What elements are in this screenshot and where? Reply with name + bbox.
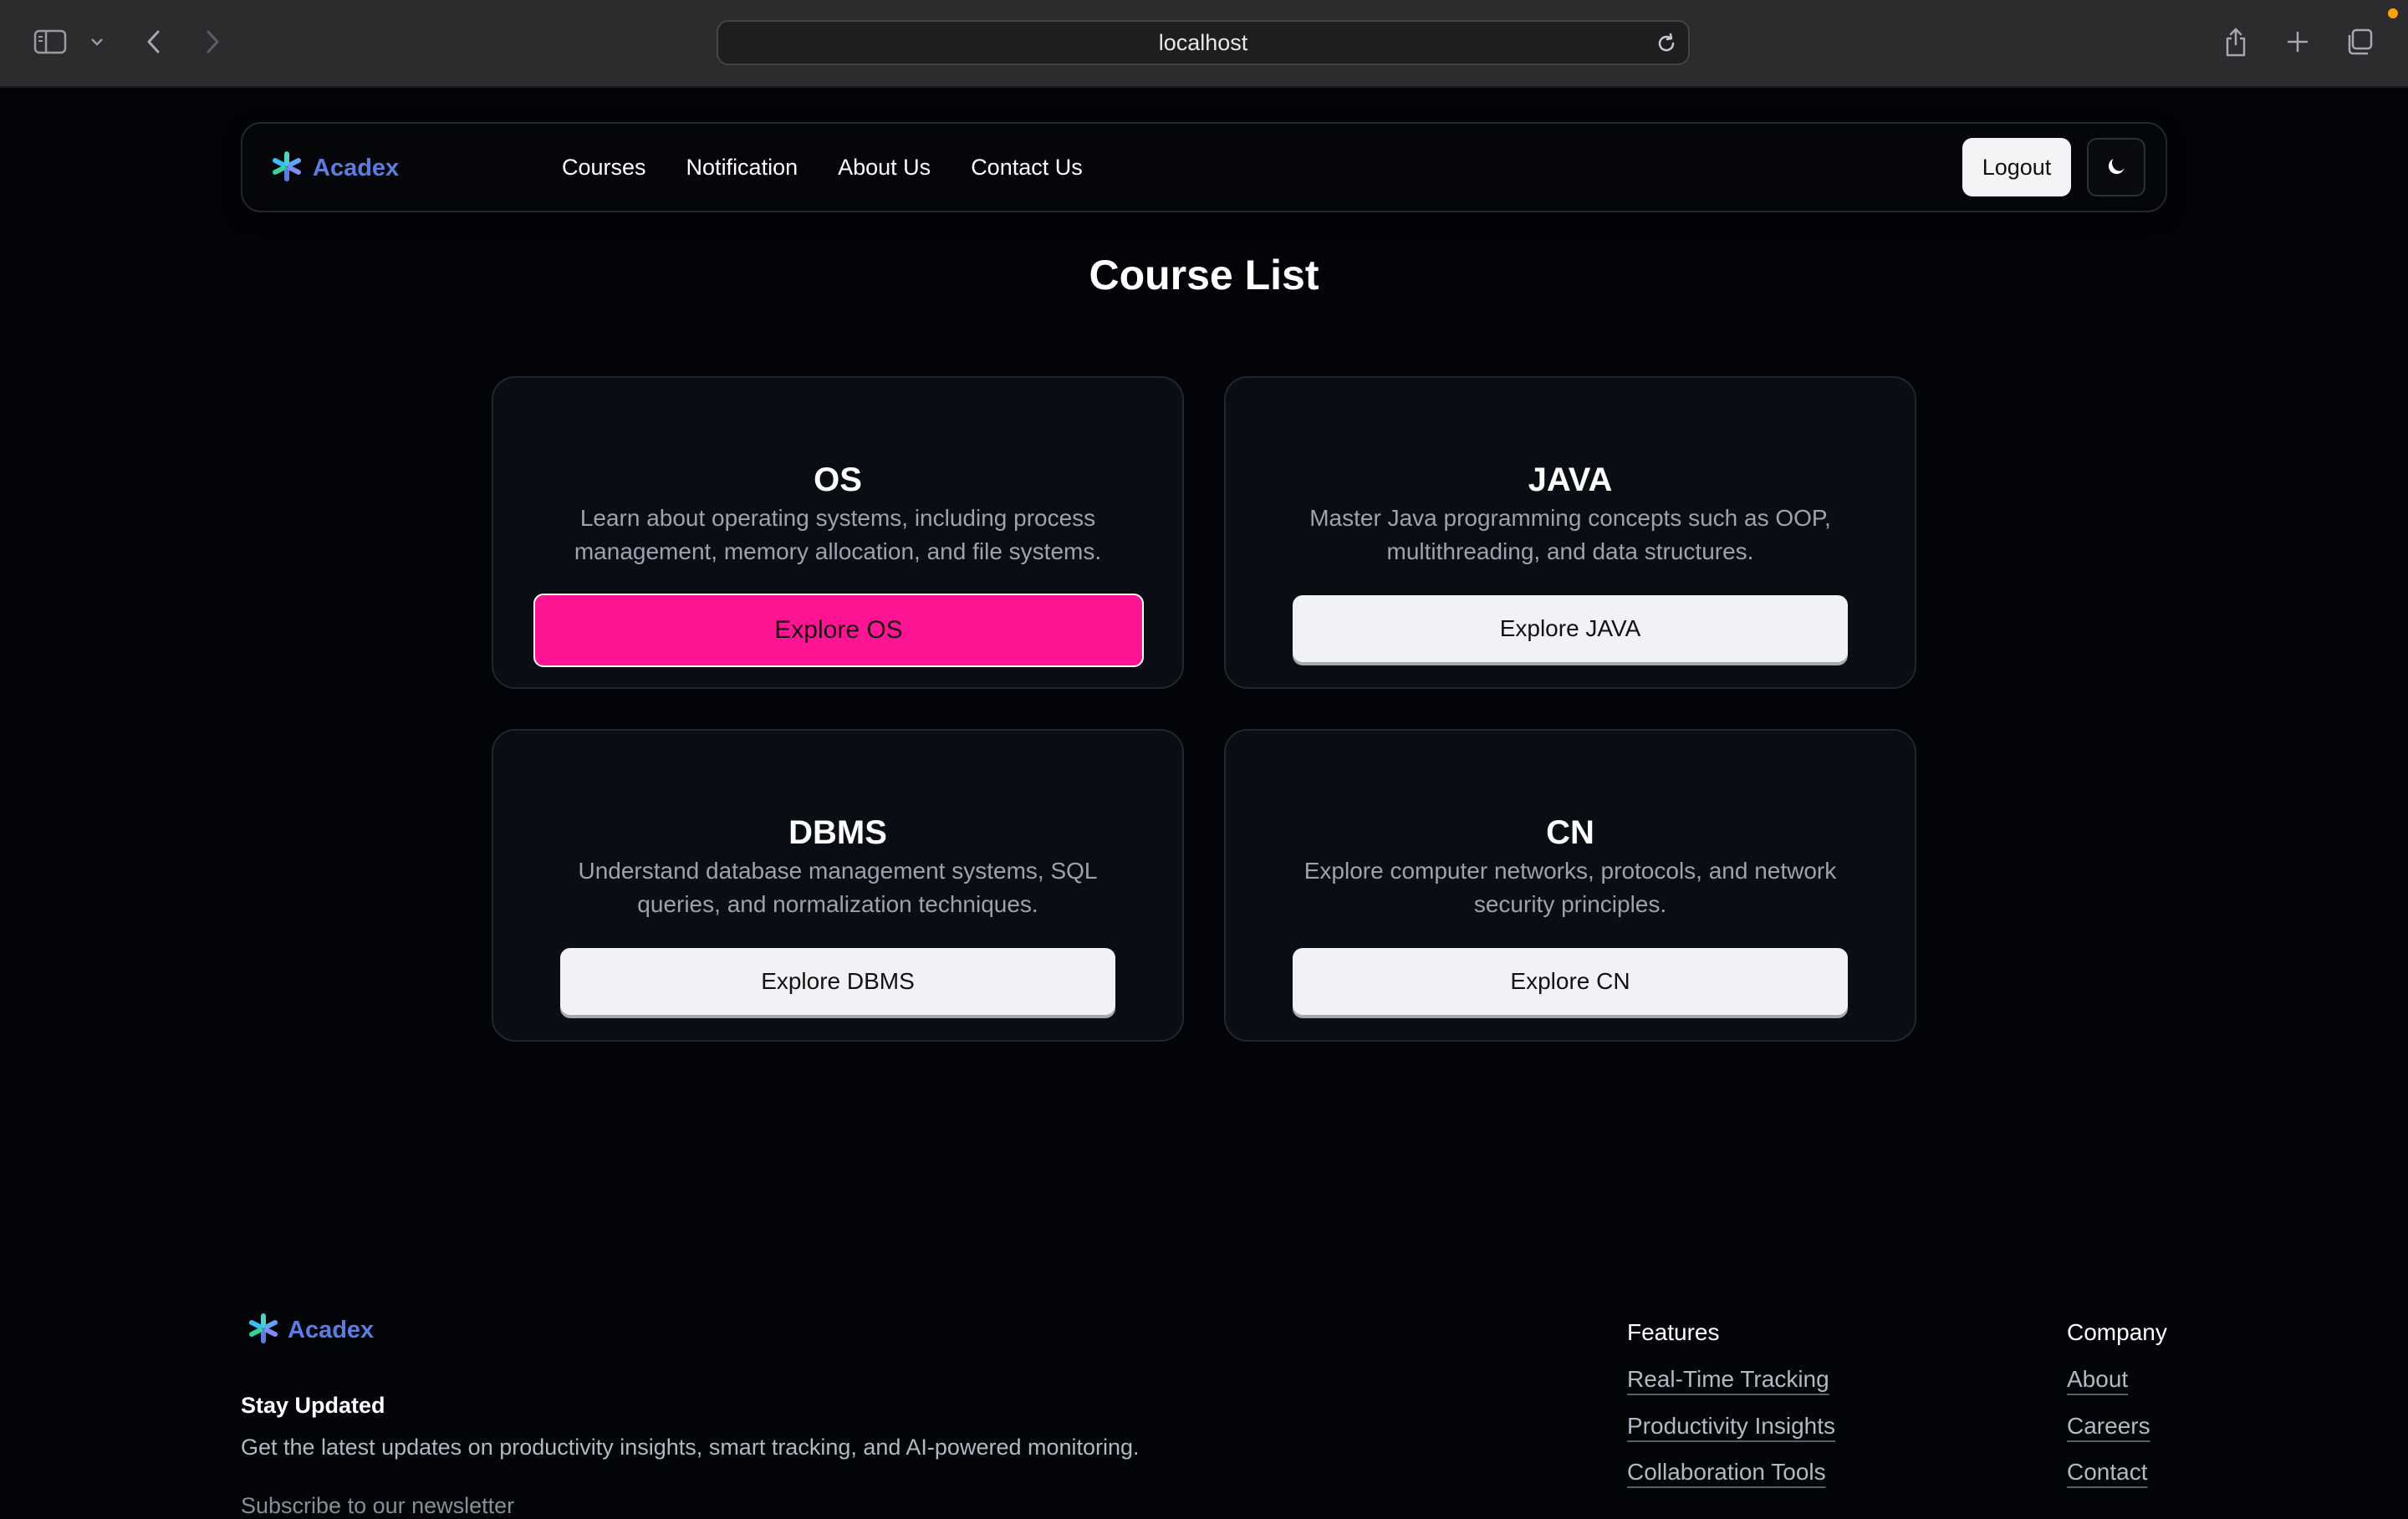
nav-link-courses[interactable]: Courses <box>562 155 646 181</box>
footer-link-real-time-tracking[interactable]: Real-Time Tracking <box>1627 1366 1829 1393</box>
explore-java-button[interactable]: Explore JAVA <box>1293 595 1848 662</box>
course-description: Explore computer networks, protocols, an… <box>1303 858 1837 917</box>
notification-dot <box>2388 8 2398 18</box>
course-description: Learn about operating systems, including… <box>574 505 1102 564</box>
footer-link-about[interactable]: About <box>2067 1366 2128 1393</box>
explore-os-button[interactable]: Explore OS <box>533 594 1144 667</box>
browser-toolbar: localhost <box>0 0 2408 88</box>
footer-text: Get the latest updates on productivity i… <box>241 1435 1140 1460</box>
explore-dbms-button[interactable]: Explore DBMS <box>560 948 1115 1015</box>
site-navbar: Acadex Courses Notification About Us Con… <box>241 122 2167 212</box>
brand-name: Acadex <box>313 155 400 181</box>
logout-button[interactable]: Logout <box>1962 138 2071 196</box>
footer-link-productivity-insights[interactable]: Productivity Insights <box>1627 1413 1835 1440</box>
nav-link-notification[interactable]: Notification <box>686 155 798 181</box>
features-title: Features <box>1627 1319 1720 1345</box>
course-card-dbms: DBMS Understand database management syst… <box>492 729 1184 1042</box>
footer-link-careers[interactable]: Careers <box>2067 1413 2150 1440</box>
course-description: Understand database management systems, … <box>578 858 1098 917</box>
company-title: Company <box>2067 1319 2167 1345</box>
nav-links: Courses Notification About Us Contact Us <box>562 124 1083 211</box>
course-card-java: JAVA Master Java programming concepts su… <box>1224 376 1916 689</box>
course-card-os: OS Learn about operating systems, includ… <box>492 376 1184 689</box>
address-bar[interactable]: localhost <box>717 20 1690 65</box>
course-title: CN <box>1546 814 1594 851</box>
course-card-cn: CN Explore computer networks, protocols,… <box>1224 729 1916 1042</box>
newsletter-label: Subscribe to our newsletter <box>241 1493 515 1518</box>
course-title: JAVA <box>1528 461 1613 498</box>
nav-link-about-us[interactable]: About Us <box>838 155 931 181</box>
footer-link-collaboration-tools[interactable]: Collaboration Tools <box>1627 1459 1826 1486</box>
url-text: localhost <box>1158 29 1248 55</box>
course-description: Master Java programming concepts such as… <box>1309 505 1831 564</box>
theme-toggle-button[interactable] <box>2087 138 2145 196</box>
footer-link-contact[interactable]: Contact <box>2067 1459 2148 1486</box>
explore-cn-button[interactable]: Explore CN <box>1293 948 1848 1015</box>
course-title: DBMS <box>788 814 887 851</box>
reload-icon[interactable] <box>1653 30 1680 57</box>
page-title: Course List <box>1089 252 1319 298</box>
tabs-overview-icon[interactable] <box>2343 25 2376 59</box>
back-icon[interactable] <box>140 27 167 57</box>
footer-brand-name: Acadex <box>288 1317 375 1343</box>
moon-icon <box>2104 154 2128 181</box>
chevron-down-icon[interactable] <box>87 33 107 50</box>
footer-heading: Stay Updated <box>241 1393 385 1418</box>
course-title: OS <box>814 461 862 498</box>
footer-brand[interactable]: Acadex <box>247 1313 374 1348</box>
forward-icon[interactable] <box>199 27 226 57</box>
brand[interactable]: Acadex <box>271 150 399 186</box>
sidebar-icon[interactable] <box>32 27 69 57</box>
share-icon[interactable] <box>2221 23 2251 60</box>
nav-link-contact-us[interactable]: Contact Us <box>971 155 1083 181</box>
new-tab-icon[interactable] <box>2283 27 2313 57</box>
logo-icon <box>271 150 303 186</box>
logo-icon <box>247 1313 279 1348</box>
